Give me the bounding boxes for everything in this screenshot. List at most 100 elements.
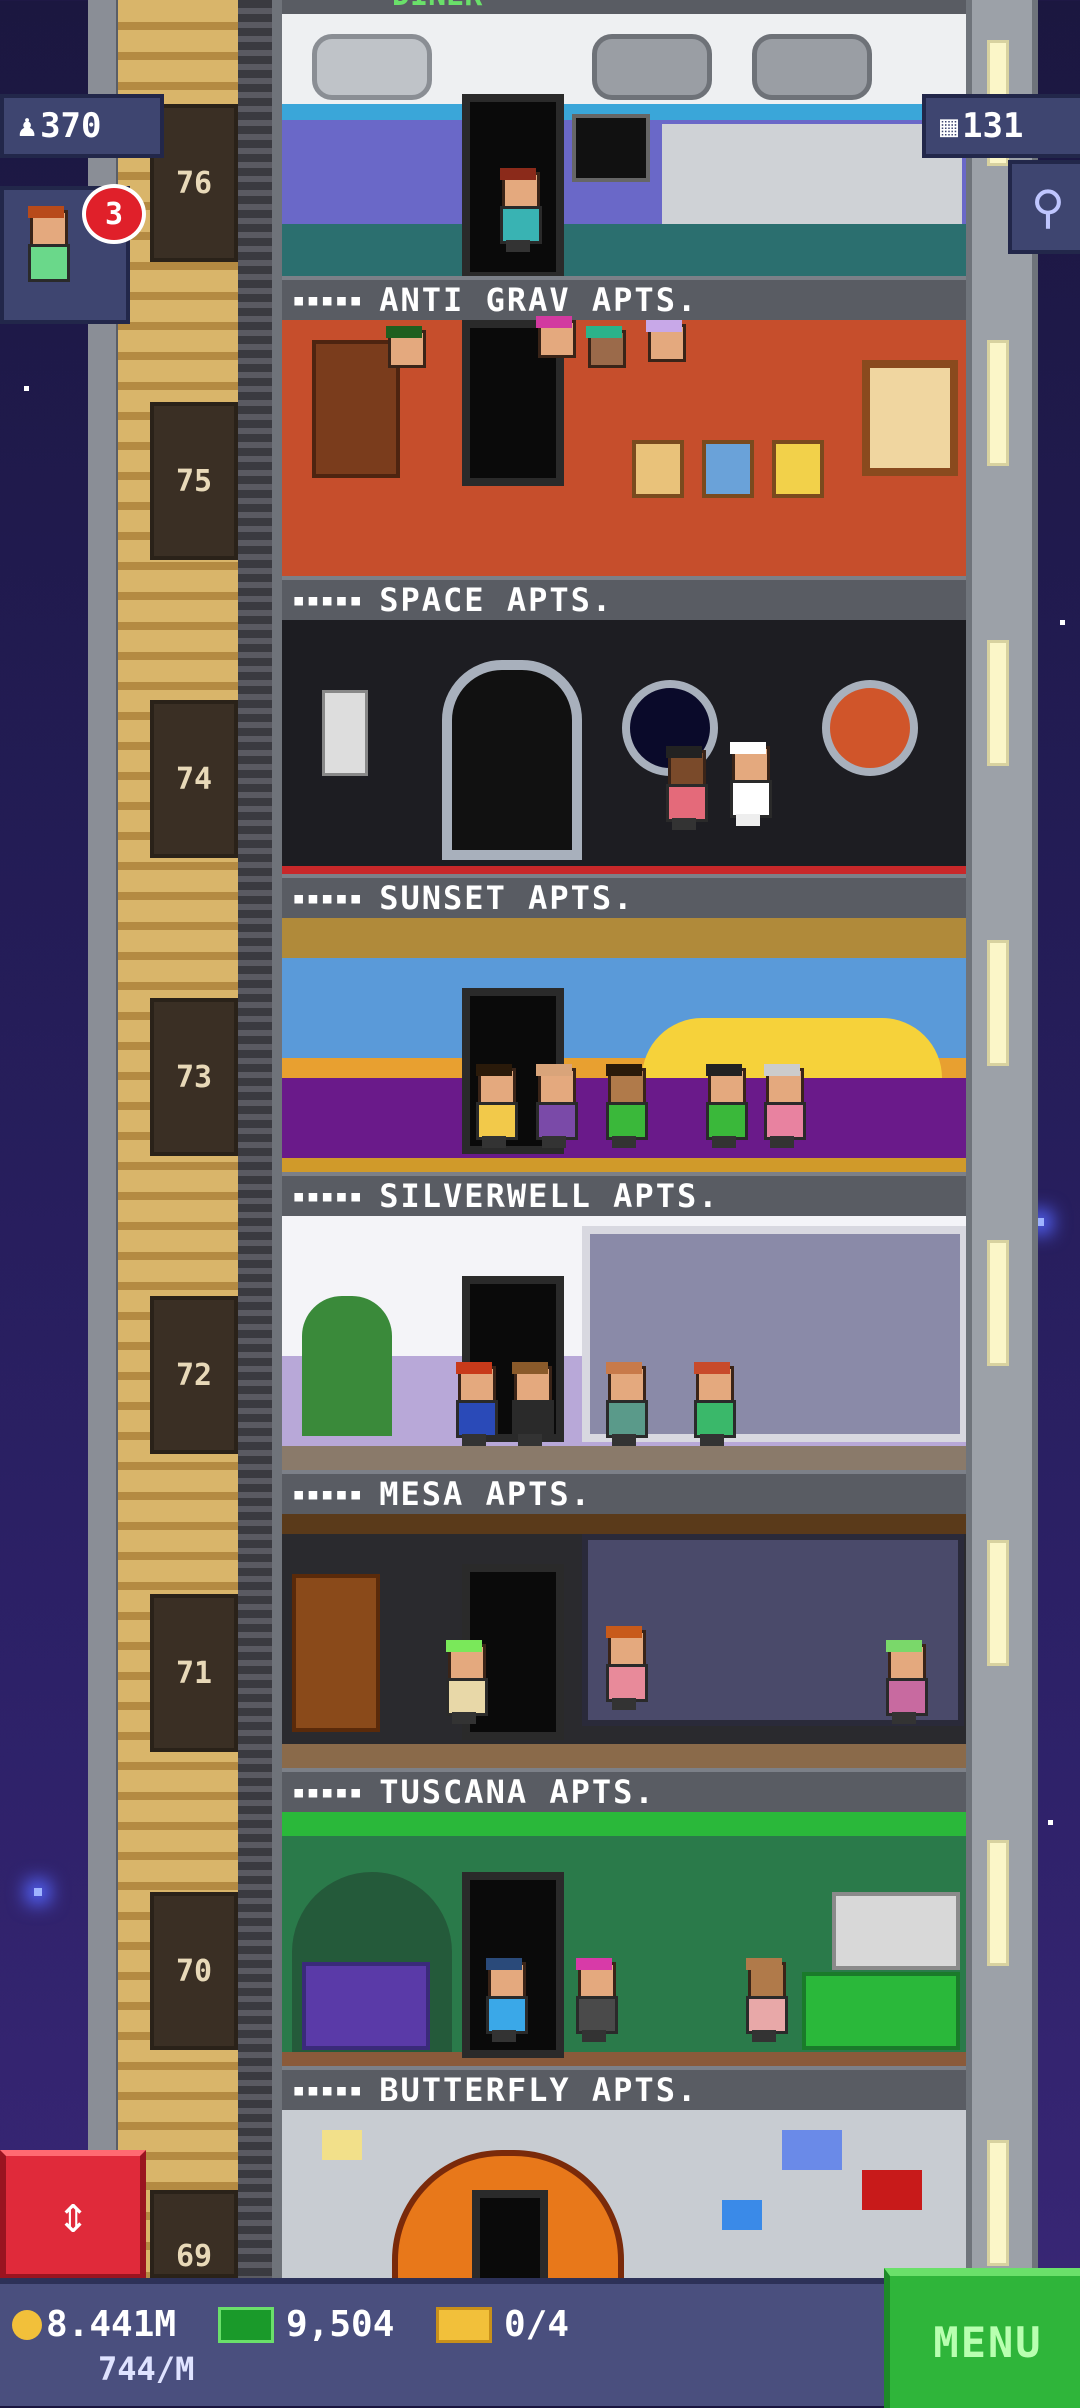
- resident[interactable]: [602, 1064, 648, 1148]
- floor-name: BUTTERFLY APTS.: [379, 2071, 699, 2109]
- tower-light: [987, 1840, 1009, 1966]
- visitor-avatar: [24, 206, 70, 290]
- bux-value: 9,504: [286, 2304, 395, 2345]
- floor-butterfly[interactable]: ▪▪▪▪▪ BUTTERFLY APTS.: [282, 2066, 966, 2280]
- floor-label: ▪▪▪▪▪ SILVERWELL APTS.: [282, 1172, 966, 1220]
- coins-display[interactable]: 8.441M: [12, 2304, 176, 2345]
- elevator-floor-number[interactable]: 73: [150, 998, 238, 1156]
- resident[interactable]: [882, 1640, 928, 1724]
- coin-icon: [12, 2309, 42, 2340]
- floors-value: 131: [962, 106, 1024, 146]
- building-icon: ▦: [940, 108, 959, 144]
- floor-label: ▪▪▪▪▪ MESA APTS.: [282, 1470, 966, 1518]
- floor-name: MESA APTS.: [379, 1475, 592, 1513]
- floor-anti-grav[interactable]: ▪▪▪▪▪ ANTI GRAV APTS.: [282, 276, 966, 576]
- floor-name: TUSCANA APTS.: [379, 1773, 656, 1811]
- coins-value: 8.441M: [46, 2304, 177, 2345]
- resident[interactable]: [662, 746, 708, 830]
- elevator-floor-number[interactable]: 70: [150, 1892, 238, 2050]
- floor-tuscana[interactable]: ▪▪▪▪▪ TUSCANA APTS.: [282, 1768, 966, 2068]
- resident[interactable]: [602, 1626, 648, 1710]
- population-value: 370: [40, 106, 102, 146]
- visitor-button[interactable]: 3: [0, 184, 146, 324]
- resident[interactable]: [532, 1064, 578, 1148]
- resident[interactable]: [602, 1362, 648, 1446]
- ticket-icon: [436, 2306, 492, 2343]
- picture-frame: [772, 440, 824, 498]
- resident[interactable]: [532, 316, 576, 400]
- elevator-button[interactable]: ⇕: [0, 2150, 146, 2280]
- resident[interactable]: [472, 1064, 518, 1148]
- bux-icon: [218, 2306, 274, 2343]
- floor-name: SPACE APTS.: [379, 581, 614, 619]
- tower-light: [987, 1240, 1009, 1366]
- floor-name: ANTI GRAV APTS.: [379, 281, 699, 319]
- resident[interactable]: [582, 326, 626, 410]
- tickets-display[interactable]: 0/4: [436, 2304, 569, 2345]
- floor-rating: ▪▪▪▪▪: [292, 587, 364, 613]
- resident[interactable]: [742, 1958, 788, 2042]
- floor-rating: ▪▪▪▪▪: [292, 1779, 364, 1805]
- elevator-floor-number[interactable]: 72: [150, 1296, 238, 1454]
- menu-button[interactable]: MENU: [884, 2268, 1080, 2408]
- floor-space[interactable]: ▪▪▪▪▪ SPACE APTS.: [282, 576, 966, 876]
- coins-rate: 744/M: [98, 2350, 195, 2388]
- door: [472, 2190, 548, 2280]
- butterfly: [862, 2170, 922, 2210]
- room-space: [282, 620, 966, 876]
- floor-silverwell[interactable]: ▪▪▪▪▪ SILVERWELL APTS.: [282, 1172, 966, 1472]
- elevator-floor-number[interactable]: 75: [150, 402, 238, 560]
- population-counter[interactable]: ♟ 370: [0, 94, 164, 158]
- resident[interactable]: [482, 1958, 528, 2042]
- tower-light: [987, 340, 1009, 466]
- star: [1060, 620, 1065, 625]
- resident[interactable]: [496, 168, 542, 252]
- picture-frame: [702, 440, 754, 498]
- resident[interactable]: [690, 1362, 736, 1446]
- resident[interactable]: [508, 1362, 554, 1446]
- elevator-floor-number[interactable]: 71: [150, 1594, 238, 1752]
- resident[interactable]: [442, 1640, 488, 1724]
- elevator-floor-number[interactable]: 69: [150, 2190, 238, 2278]
- room-anti-grav: [282, 316, 966, 576]
- resident[interactable]: [382, 326, 426, 410]
- floor-mesa[interactable]: ▪▪▪▪▪ MESA APTS.: [282, 1470, 966, 1770]
- floor-name: SUNSET APTS.: [379, 879, 635, 917]
- resident[interactable]: [572, 1958, 618, 2042]
- floor-label: ▪▪▪▪▪ BUTTERFLY APTS.: [282, 2066, 966, 2114]
- resident[interactable]: [760, 1064, 806, 1148]
- room-butterfly: [282, 2110, 966, 2280]
- floor-rating: ▪▪▪▪▪: [292, 1183, 364, 1209]
- floor-label: ▪▪▪▪▪ ANTI GRAV APTS.: [282, 276, 966, 324]
- bux-display[interactable]: 9,504: [218, 2304, 394, 2345]
- elevator-floor-number[interactable]: 74: [150, 700, 238, 858]
- resident[interactable]: [702, 1064, 748, 1148]
- notification-badge: 3: [82, 184, 146, 244]
- floor-label: ▪▪▪▪▪ TUSCANA APTS.: [282, 1768, 966, 1816]
- floor-diner[interactable]: [282, 14, 966, 276]
- elevator-rail: [238, 0, 272, 2280]
- room-silverwell: [282, 1216, 966, 1472]
- floor-label-top: DINER: [282, 0, 966, 14]
- bookshelf: [292, 1574, 380, 1732]
- room-sunset: [282, 918, 966, 1174]
- floors-counter[interactable]: ▦ 131: [922, 94, 1080, 158]
- menu-board: [572, 114, 650, 182]
- search-button[interactable]: ⚲: [1008, 160, 1080, 254]
- floor-rating: ▪▪▪▪▪: [292, 287, 364, 313]
- resident[interactable]: [726, 742, 772, 826]
- window: [312, 34, 432, 100]
- plant: [302, 1296, 392, 1436]
- room-mesa: [282, 1514, 966, 1770]
- door: [442, 660, 582, 860]
- window: [752, 34, 872, 100]
- floor-label: ▪▪▪▪▪ SUNSET APTS.: [282, 874, 966, 922]
- star: [24, 386, 29, 391]
- tower-inner-column: [272, 0, 282, 2280]
- resident[interactable]: [642, 320, 686, 404]
- floor-label: ▪▪▪▪▪ SPACE APTS.: [282, 576, 966, 624]
- floor-sunset[interactable]: ▪▪▪▪▪ SUNSET APTS.: [282, 874, 966, 1174]
- resident[interactable]: [452, 1362, 498, 1446]
- up-down-arrows-icon: ⇕: [57, 2185, 89, 2245]
- window: [592, 34, 712, 100]
